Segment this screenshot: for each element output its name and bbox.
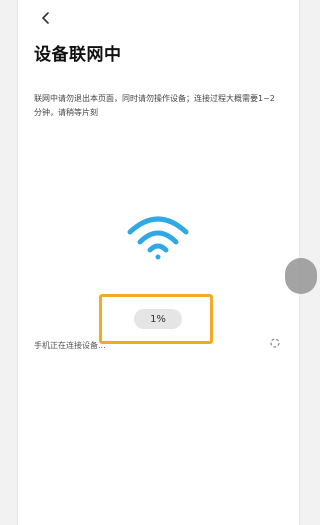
side-scroll-handle[interactable] [285,258,317,294]
progress-indicator: 1% [134,309,182,329]
wifi-icon [127,216,189,260]
loading-spinner-icon [270,338,280,348]
screen: 设备联网中 联网中请勿退出本页面，同时请勿操作设备；连接过程大概需要1~2分钟，… [17,0,317,525]
back-button[interactable] [36,8,56,28]
page-title: 设备联网中 [34,45,122,65]
connection-status: 手机正在连接设备... [34,341,106,350]
instruction-text: 联网中请勿退出本页面，同时请勿操作设备；连接过程大概需要1~2分钟，请稍等片刻 [34,94,275,117]
progress-label: 1% [150,313,166,325]
back-arrow-icon [42,12,49,24]
